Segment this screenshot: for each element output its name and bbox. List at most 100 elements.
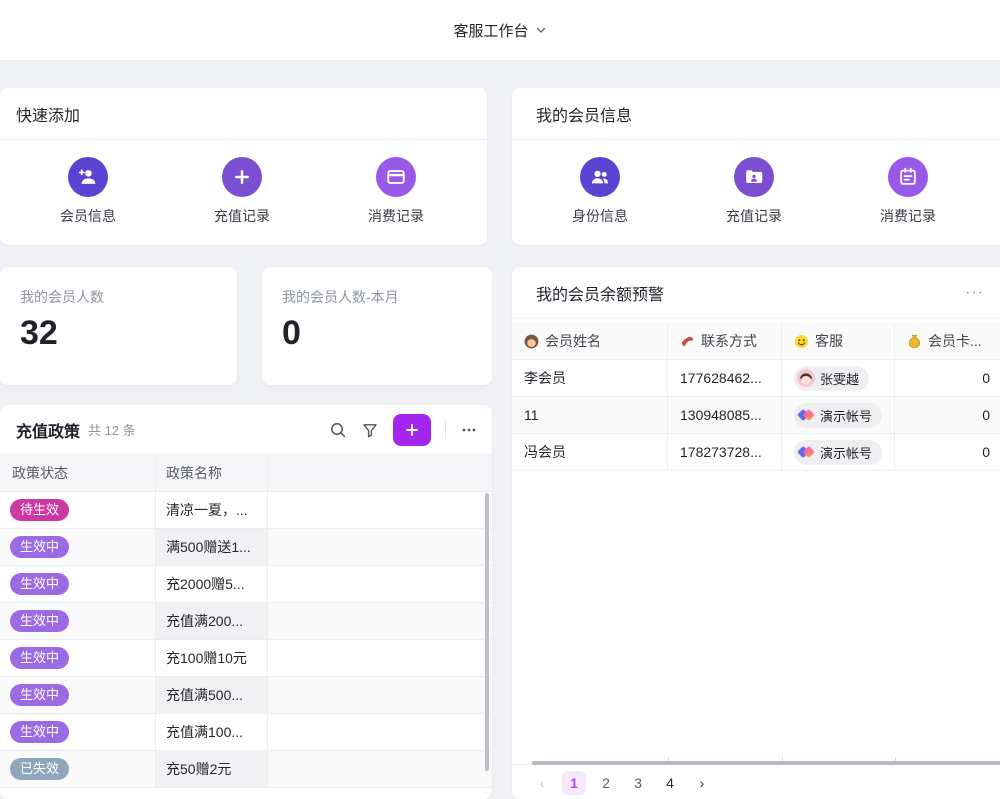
quick-add-member-info-label: 会员信息	[60, 206, 116, 226]
policy-name-cell: 充值满500...	[155, 677, 268, 713]
policy-name-cell: 清凉一夏，...	[155, 492, 268, 528]
recharge-policy-header: 充值政策 共 12 条	[0, 405, 492, 455]
girl-avatar	[797, 369, 815, 387]
member-consume-record-label: 消费记录	[880, 206, 936, 226]
table-row[interactable]: 生效中 充2000赠5...	[0, 566, 492, 603]
recharge-policy-title: 充值政策	[16, 418, 80, 442]
member-count-month-label: 我的会员人数-本月	[282, 287, 472, 307]
col-member-name[interactable]: 会员姓名	[512, 323, 668, 359]
col-contact[interactable]: 联系方式	[668, 323, 782, 359]
member-name-cell: 11	[512, 397, 668, 433]
policy-name-cell: 满500赠送1...	[155, 529, 268, 565]
balance-warning-table: 会员姓名 联系方式	[512, 323, 1000, 471]
table-row[interactable]: 生效中 充100赠10元	[0, 640, 492, 677]
member-recharge-record-action[interactable]: 充值记录	[709, 157, 799, 226]
table-row[interactable]: 生效中 充值满100...	[0, 714, 492, 751]
contact-cell: 178273728...	[668, 434, 782, 470]
chevron-down-icon[interactable]	[535, 24, 547, 36]
workbench-title[interactable]: 客服工作台	[453, 20, 528, 41]
table-row[interactable]: 待生效 清凉一夏，...	[0, 492, 492, 529]
filter-icon[interactable]	[361, 421, 379, 439]
plus-icon	[404, 422, 420, 438]
next-page-icon[interactable]: 4	[658, 771, 682, 795]
next-page-arrow-icon[interactable]: ›	[690, 771, 714, 795]
table-row[interactable]: 生效中 充值满500...	[0, 677, 492, 714]
moneybag-icon	[907, 334, 922, 349]
search-icon[interactable]	[329, 421, 347, 439]
smiley-icon	[794, 334, 809, 349]
identity-info-action[interactable]: 身份信息	[555, 157, 645, 226]
table-row[interactable]: 冯会员 178273728... 演示帐号 0	[512, 434, 1000, 471]
agent-pill: 张雯越	[794, 366, 869, 391]
page-3[interactable]: 3	[626, 771, 650, 795]
policy-table-header: 政策状态 政策名称	[0, 455, 492, 492]
table-row[interactable]: 李会员 177628462... 张雯越 0	[512, 360, 1000, 397]
calendar-icon	[888, 157, 928, 197]
vertical-scrollbar[interactable]	[485, 493, 489, 771]
quick-add-card: 快速添加 会员信息 充值记录	[0, 88, 487, 245]
agent-pill: 演示帐号	[794, 403, 882, 428]
people-icon	[580, 157, 620, 197]
member-name-cell: 冯会员	[512, 434, 668, 470]
member-recharge-record-label: 充值记录	[726, 206, 782, 226]
member-count-month-value: 0	[282, 315, 472, 352]
add-policy-button[interactable]	[393, 414, 431, 446]
policy-name-cell: 充2000赠5...	[155, 566, 268, 602]
more-icon[interactable]: ···	[965, 284, 984, 302]
balance-warning-title: 我的会员余额预警	[536, 281, 664, 305]
contact-cell: 130948085...	[668, 397, 782, 433]
member-count-value: 32	[20, 315, 217, 352]
member-consume-record-action[interactable]: 消费记录	[863, 157, 953, 226]
status-badge: 生效中	[10, 573, 69, 595]
policy-name-cell: 充100赠10元	[155, 640, 268, 676]
page-2[interactable]: 2	[594, 771, 618, 795]
balance-warning-card: 我的会员余额预警 ··· 会员姓名	[512, 267, 1000, 799]
quick-add-title: 快速添加	[0, 88, 487, 140]
card-icon	[376, 157, 416, 197]
policy-name-cell: 充值满100...	[155, 714, 268, 750]
status-badge: 生效中	[10, 684, 69, 706]
balance-cell: 0	[895, 434, 1000, 470]
member-count-label: 我的会员人数	[20, 287, 217, 307]
prev-page-icon[interactable]: ‹	[530, 771, 554, 795]
my-member-info-title: 我的会员信息	[512, 88, 1000, 140]
col-member-card[interactable]: 会员卡...	[895, 323, 1000, 359]
horizontal-scrollbar[interactable]	[532, 761, 1000, 765]
status-badge: 已失效	[10, 758, 69, 780]
plus-icon	[222, 157, 262, 197]
status-badge: 待生效	[10, 499, 69, 521]
recharge-policy-card: 充值政策 共 12 条	[0, 405, 492, 799]
table-row[interactable]: 11 130948085... 演示帐号 0	[512, 397, 1000, 434]
folder-person-icon	[734, 157, 774, 197]
phone-icon	[680, 334, 695, 349]
col-policy-status[interactable]: 政策状态	[0, 455, 155, 491]
quick-add-member-info[interactable]: 会员信息	[43, 157, 133, 226]
my-member-info-card: 我的会员信息 身份信息 充值记录	[512, 88, 1000, 245]
balance-cell: 0	[895, 360, 1000, 396]
quick-add-recharge-record-label: 充值记录	[214, 206, 270, 226]
table-row[interactable]: 生效中 满500赠送1...	[0, 529, 492, 566]
table-row[interactable]: 已失效 充50赠2元	[0, 751, 492, 788]
table-header-row: 会员姓名 联系方式	[512, 323, 1000, 360]
page-1[interactable]: 1	[562, 771, 586, 795]
status-badge: 生效中	[10, 721, 69, 743]
col-agent[interactable]: 客服	[782, 323, 895, 359]
policy-name-cell: 充50赠2元	[155, 751, 268, 787]
dashboard: 客服工作台 快速添加 会员信息	[0, 0, 1000, 799]
member-count-month-card: 我的会员人数-本月 0	[262, 267, 492, 385]
agent-cell: 演示帐号	[782, 434, 895, 470]
quick-add-recharge-record[interactable]: 充值记录	[197, 157, 287, 226]
status-badge: 生效中	[10, 647, 69, 669]
table-row[interactable]: 生效中 充值满200...	[0, 603, 492, 640]
status-badge: 生效中	[10, 610, 69, 632]
balance-cell: 0	[895, 397, 1000, 433]
identity-info-label: 身份信息	[572, 206, 628, 226]
divider	[445, 421, 446, 439]
more-icon[interactable]	[460, 421, 478, 439]
contact-cell: 177628462...	[668, 360, 782, 396]
balance-warning-header: 我的会员余额预警 ···	[512, 267, 1000, 319]
col-policy-name[interactable]: 政策名称	[155, 455, 268, 491]
pagination: ‹ 1 2 3 4 ›	[530, 771, 714, 795]
quick-add-consume-record[interactable]: 消费记录	[351, 157, 441, 226]
agent-pill: 演示帐号	[794, 440, 882, 465]
